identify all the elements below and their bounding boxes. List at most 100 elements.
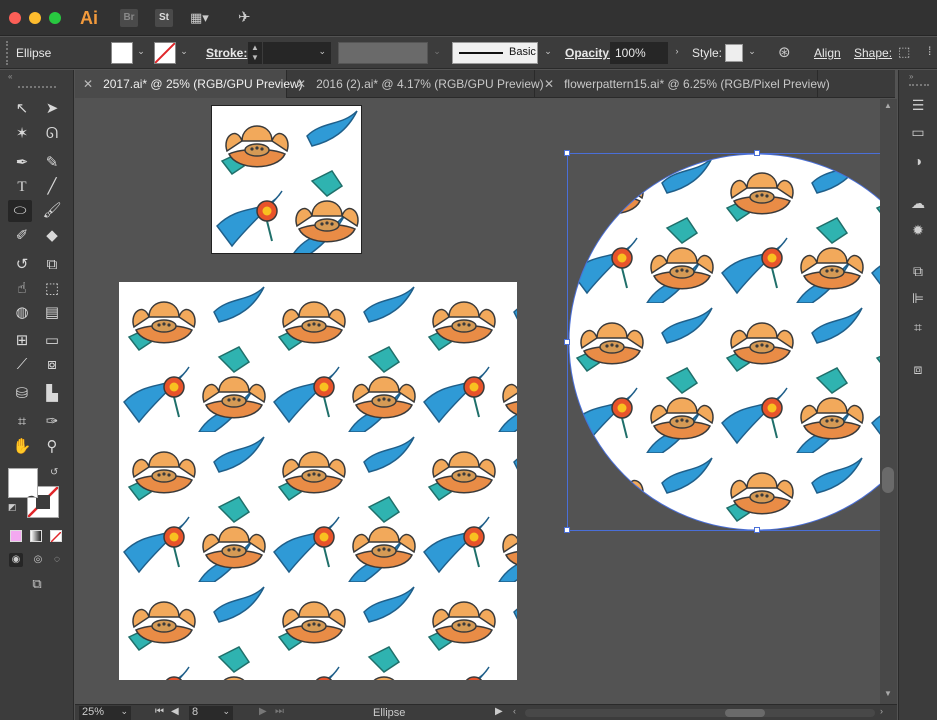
scroll-up-icon[interactable]: ▲ — [884, 101, 892, 110]
artboard-canvas[interactable] — [75, 99, 880, 704]
close-tab-icon[interactable]: ✕ — [296, 77, 306, 91]
properties-icon[interactable]: ☰ — [909, 96, 927, 114]
panel-grip-icon[interactable] — [909, 84, 929, 86]
align-link[interactable]: Align — [814, 46, 841, 60]
scroll-down-icon[interactable]: ▼ — [884, 689, 892, 698]
rotate-tool[interactable]: ↺ — [10, 254, 34, 276]
scale-tool[interactable]: ⧉ — [40, 254, 64, 276]
shape-link[interactable]: Shape: — [854, 46, 892, 60]
recolor-artwork-icon[interactable]: ⊛ — [778, 44, 796, 62]
brush-dropdown-icon[interactable]: ⌄ — [543, 46, 553, 58]
none-mode-button[interactable] — [50, 530, 62, 543]
libraries-icon[interactable]: ☁ — [909, 194, 927, 212]
fill-swatch[interactable] — [111, 42, 133, 64]
zoom-level-input[interactable]: 25% ⌄ — [79, 706, 131, 720]
direct-selection-tool[interactable]: ➤ — [40, 98, 64, 120]
zoom-tool[interactable]: ⚲ — [40, 436, 64, 458]
artboards-icon[interactable]: ⧈ — [909, 360, 927, 378]
fill-dropdown-icon[interactable]: ⌄ — [136, 46, 146, 58]
horizontal-scrollbar[interactable] — [525, 709, 875, 717]
symbol-sprayer-tool[interactable]: ⛁ — [10, 383, 34, 405]
artboard-number-input[interactable]: 8 ⌄ — [189, 706, 233, 720]
draw-normal-icon[interactable]: ◉ — [9, 553, 23, 567]
transform-shape-icon[interactable]: ⬚ — [898, 44, 914, 60]
graph-tool[interactable]: ▙ — [40, 383, 64, 405]
pen-tool[interactable]: ✒ — [10, 152, 34, 174]
selection-handle[interactable] — [754, 150, 760, 156]
gradient-tool[interactable]: ▭ — [40, 330, 64, 352]
brush-definition[interactable]: Basic — [452, 42, 538, 64]
stroke-weight-input[interactable]: ⌄ — [263, 42, 331, 64]
selection-handle[interactable] — [754, 527, 760, 533]
gradient-panel-icon[interactable]: ▭ — [909, 123, 927, 141]
perspective-grid-tool[interactable]: ▤ — [40, 302, 64, 324]
line-tool[interactable]: ╱ — [40, 176, 64, 198]
lasso-tool[interactable]: ᘏ — [40, 123, 64, 145]
gpu-performance-icon[interactable]: ✈ — [238, 8, 258, 26]
draw-inside-icon[interactable]: ◌ — [50, 553, 64, 567]
panel-grip-icon[interactable] — [18, 86, 56, 89]
variable-width-profile[interactable] — [338, 42, 428, 64]
pattern-tile-artwork[interactable] — [211, 105, 362, 254]
appearance-icon[interactable]: ✹ — [909, 221, 927, 239]
next-artboard-icon[interactable]: ▶ — [259, 706, 267, 717]
collapse-panel-icon[interactable]: « — [8, 72, 68, 81]
opacity-input[interactable]: 100% — [610, 42, 668, 64]
curvature-tool[interactable]: ✎ — [40, 152, 64, 174]
opacity-slider-icon[interactable]: › — [672, 46, 682, 58]
default-fill-stroke-icon[interactable]: ◩ — [8, 502, 20, 514]
stock-button[interactable]: St — [155, 9, 173, 27]
transform-icon[interactable]: ⌗ — [909, 318, 927, 336]
bridge-button[interactable]: Br — [120, 9, 138, 27]
hand-tool[interactable]: ✋ — [10, 436, 34, 458]
shape-builder-tool[interactable]: ◍ — [10, 302, 34, 324]
stroke-swatch[interactable] — [154, 42, 176, 64]
fill-color-box[interactable] — [8, 468, 38, 498]
selection-tool[interactable]: ↖ — [10, 98, 34, 120]
paintbrush-tool[interactable]: 🖌 — [40, 200, 64, 222]
graphic-style-swatch[interactable] — [725, 44, 743, 62]
close-window-button[interactable] — [9, 12, 21, 24]
tab-2017[interactable]: ✕ 2017.ai* @ 25% (RGB/GPU Preview) — [75, 70, 303, 98]
status-menu-icon[interactable]: ▶ — [495, 706, 503, 717]
scroll-thumb[interactable] — [882, 467, 894, 493]
selection-handle[interactable] — [564, 150, 570, 156]
type-tool[interactable]: T — [10, 176, 34, 198]
tab-2016[interactable]: ✕ 2016 (2).ai* @ 4.17% (RGB/GPU Preview) — [288, 70, 544, 98]
horizontal-scroll-thumb[interactable] — [725, 709, 765, 717]
gradient-mode-button[interactable] — [30, 530, 42, 542]
shaper-tool[interactable]: ✐ — [10, 225, 34, 247]
zoom-window-button[interactable] — [49, 12, 61, 24]
tab-flowerpattern15[interactable]: ✕ flowerpattern15.ai* @ 6.25% (RGB/Pixel … — [536, 70, 830, 98]
expand-panels-icon[interactable]: » — [909, 72, 913, 81]
transparency-icon[interactable]: ◑ — [909, 152, 927, 170]
free-transform-tool[interactable]: ⬚ — [40, 278, 64, 300]
stroke-weight-stepper[interactable]: ▲ ▼ — [248, 42, 262, 64]
scroll-right-icon[interactable]: › — [880, 706, 883, 716]
close-tab-icon[interactable]: ✕ — [83, 77, 93, 91]
screen-mode-icon[interactable]: ⧉ — [26, 576, 48, 592]
magic-wand-tool[interactable]: ✶ — [10, 123, 34, 145]
arrange-documents-icon[interactable]: ▦▾ — [190, 10, 216, 26]
color-mode-button[interactable] — [10, 530, 22, 542]
close-tab-icon[interactable]: ✕ — [544, 77, 554, 91]
scroll-left-icon[interactable]: ‹ — [513, 706, 516, 716]
slice-tool[interactable]: ✑ — [40, 411, 64, 433]
draw-behind-icon[interactable]: ◎ — [31, 553, 45, 567]
artboard-tool[interactable]: ⌗ — [10, 411, 34, 433]
previous-artboard-icon[interactable]: ◀ — [171, 706, 179, 717]
selection-handle[interactable] — [564, 339, 570, 345]
mesh-tool[interactable]: ⊞ — [10, 330, 34, 352]
warp-tool[interactable]: ☝ — [10, 278, 34, 300]
panel-grip-icon[interactable] — [6, 41, 8, 65]
pattern-square-artwork[interactable] — [119, 282, 517, 680]
swap-fill-stroke-icon[interactable]: ↺ — [50, 467, 62, 479]
stroke-dropdown-icon[interactable]: ⌄ — [179, 46, 189, 58]
ellipse-artwork-selected[interactable] — [567, 153, 880, 531]
first-artboard-icon[interactable]: ⏮ — [155, 706, 164, 717]
align-icon[interactable]: ⊫ — [909, 289, 927, 307]
last-artboard-icon[interactable]: ⏭ — [275, 706, 284, 717]
eraser-tool[interactable]: ◆ — [40, 225, 64, 247]
minimize-window-button[interactable] — [29, 12, 41, 24]
vertical-scrollbar[interactable]: ▲ ▼ — [880, 99, 897, 704]
